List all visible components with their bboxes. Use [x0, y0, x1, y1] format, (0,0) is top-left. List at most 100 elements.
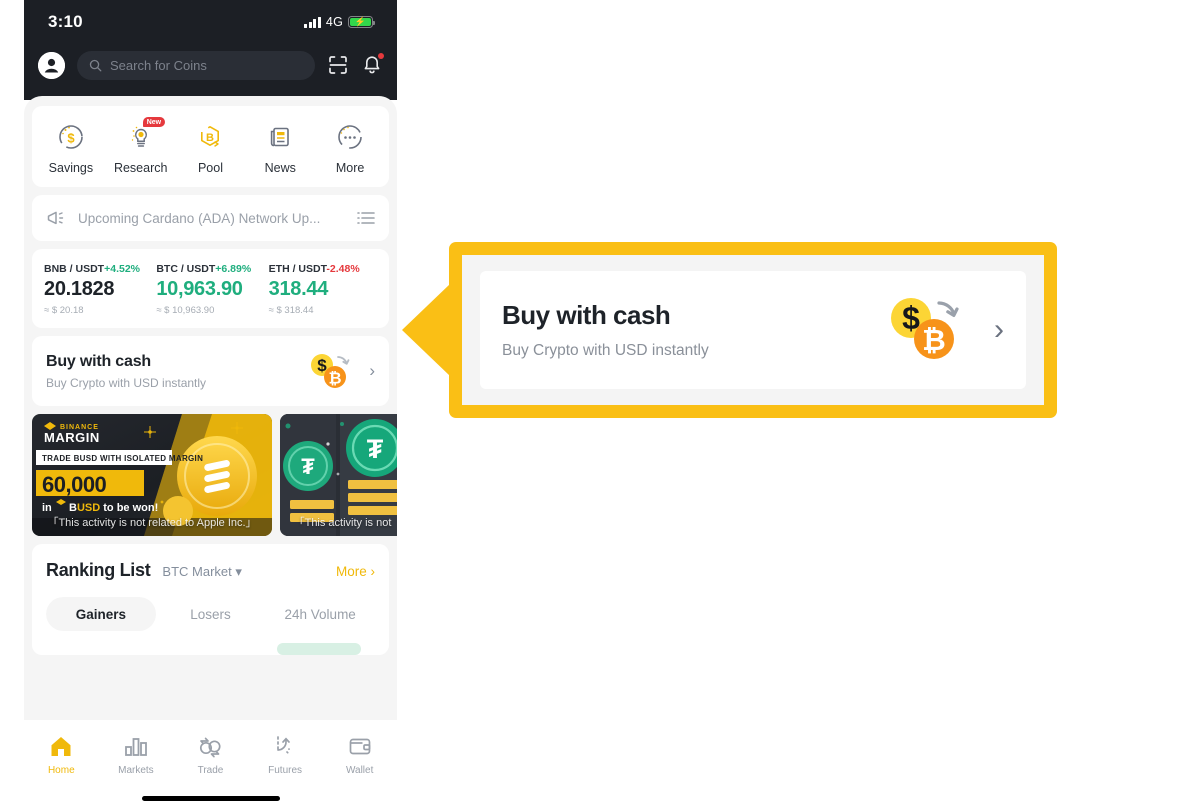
dollar-to-bitcoin-swap-icon: $ ₿: [884, 291, 970, 370]
nav-label: Trade: [197, 765, 224, 776]
ticker-pair: BTC / USDT: [156, 263, 216, 275]
banner-disclaimer: 「This activity is not: [293, 517, 392, 529]
list-lines-icon[interactable]: [357, 211, 375, 225]
svg-text:B: B: [207, 132, 215, 144]
quick-action-pool[interactable]: B Pool: [176, 122, 246, 175]
megaphone-icon: [47, 211, 64, 225]
nav-item-markets[interactable]: Markets: [99, 734, 174, 776]
ticker-bnb[interactable]: BNB / USDT+4.52% 20.1828 ≈ $ 20.18: [44, 263, 152, 316]
ticker-change: -2.48%: [326, 263, 360, 275]
quick-action-more[interactable]: More: [315, 122, 385, 175]
home-screen-body: $ Savings New Research B Pool News More …: [24, 96, 397, 810]
buy-with-cash-card[interactable]: Buy with cash Buy Crypto with USD instan…: [32, 336, 389, 406]
callout-title: Buy with cash: [502, 300, 671, 330]
research-lightbulb-icon: New: [126, 117, 166, 152]
ticker-row: BNB / USDT+4.52% 20.1828 ≈ $ 20.18 BTC /…: [32, 249, 389, 328]
phone-screenshot: 3:10 4G ⚡ Search for Coins $ Savings New…: [24, 0, 397, 810]
nav-item-trade[interactable]: Trade: [173, 734, 248, 776]
ticker-pair: BNB / USDT: [44, 263, 105, 275]
ticker-usd-value: ≈ $ 20.18: [44, 305, 84, 316]
ticker-price: 10,963.90: [156, 278, 243, 300]
news-document-icon: [265, 122, 295, 152]
new-badge: New: [142, 117, 166, 127]
announcement-text: Upcoming Cardano (ADA) Network Up...: [78, 210, 321, 226]
ticker-change: +6.89%: [215, 263, 252, 275]
home-icon: [51, 737, 71, 756]
ranking-title: Ranking List: [46, 560, 151, 580]
nav-label: Futures: [268, 765, 303, 776]
svg-text:₮: ₮: [367, 434, 384, 464]
svg-text:₿: ₿: [329, 370, 342, 388]
nav-label: Wallet: [345, 765, 374, 776]
tab-losers[interactable]: Losers: [156, 597, 266, 631]
nav-label: Markets: [118, 765, 154, 776]
market-selector[interactable]: BTC Market ▾: [162, 564, 242, 580]
nav-item-futures[interactable]: Futures: [248, 734, 323, 776]
svg-text:$: $: [67, 131, 75, 146]
more-dots-circle-icon: [335, 122, 365, 152]
nav-item-wallet[interactable]: Wallet: [322, 734, 397, 776]
ranking-row-placeholder: [277, 643, 361, 655]
ranking-tabs: Gainers Losers 24h Volume: [46, 597, 375, 631]
announcement-banner[interactable]: Upcoming Cardano (ADA) Network Up...: [32, 195, 389, 241]
tab-24h-volume[interactable]: 24h Volume: [265, 597, 375, 631]
qr-scan-icon[interactable]: [327, 54, 349, 76]
savings-dollar-coin-icon: $: [56, 122, 86, 152]
home-indicator-bar: [141, 796, 280, 801]
wallet-icon: [349, 738, 371, 755]
promo-banner-tether[interactable]: ₮ ₮ 「This activity is not: [280, 414, 397, 536]
ticker-btc[interactable]: BTC / USDT+6.89% 10,963.90 ≈ $ 10,963.90: [156, 263, 264, 316]
ticker-usd-value: ≈ $ 318.44: [268, 305, 314, 316]
quick-action-label: Savings: [48, 161, 94, 175]
notification-dot: [378, 53, 384, 59]
ticker-price: 318.44: [268, 278, 329, 300]
chevron-right-icon[interactable]: ›: [994, 313, 1004, 347]
status-clock: 3:10: [48, 12, 83, 31]
ranking-list-section: Ranking List BTC Market ▾ More › Gainers…: [32, 544, 389, 655]
battery-charging-icon: ⚡: [348, 15, 376, 29]
search-icon: [89, 59, 102, 71]
ticker-eth[interactable]: ETH / USDT-2.48% 318.44 ≈ $ 318.44: [269, 263, 377, 316]
ticker-change: +4.52%: [104, 263, 140, 275]
ticker-pair: ETH / USDT: [268, 263, 327, 275]
svg-text:60,000: 60,000: [42, 472, 107, 497]
tab-gainers[interactable]: Gainers: [46, 597, 156, 631]
ticker-usd-value: ≈ $ 10,963.90: [156, 305, 215, 316]
avatar[interactable]: [38, 51, 65, 79]
buy-with-cash-subtitle: Buy Crypto with USD instantly: [46, 375, 207, 390]
svg-text:MARGIN: MARGIN: [44, 430, 100, 445]
dollar-to-bitcoin-swap-icon: $ ₿: [307, 350, 355, 392]
quick-action-label: Research: [113, 161, 168, 175]
chevron-right-icon[interactable]: ›: [369, 361, 375, 381]
callout-buy-with-cash-card[interactable]: Buy with cash Buy Crypto with USD instan…: [480, 271, 1026, 389]
ranking-header: Ranking List BTC Market ▾ More ›: [46, 560, 375, 581]
user-avatar-icon: [38, 51, 65, 79]
buy-with-cash-title: Buy with cash: [46, 352, 151, 370]
nav-label: Home: [47, 765, 75, 776]
svg-text:₿: ₿: [922, 325, 946, 357]
promo-banner-carousel[interactable]: BINANCE MARGIN TRADE BUSD WITH ISOLATED …: [24, 414, 397, 536]
trade-swap-icon: [200, 737, 222, 758]
promo-banner-margin[interactable]: BINANCE MARGIN TRADE BUSD WITH ISOLATED …: [32, 414, 272, 536]
notification-bell-icon[interactable]: [361, 53, 384, 76]
signal-bars-icon: [304, 16, 321, 28]
ranking-more-link[interactable]: More ›: [336, 564, 375, 579]
quick-action-label: More: [335, 161, 365, 175]
zoom-callout-panel: Buy with cash Buy Crypto with USD instan…: [402, 242, 1057, 418]
quick-action-research[interactable]: New Research: [106, 117, 176, 175]
svg-text:BUSD to be won!: BUSD to be won!: [69, 502, 158, 514]
svg-text:in: in: [42, 502, 52, 514]
bar-chart-icon: [124, 738, 147, 756]
chevron-down-icon: ▾: [235, 564, 242, 579]
pool-bitcoin-box-icon: B: [195, 122, 225, 152]
quick-action-news[interactable]: News: [245, 122, 315, 175]
banner-disclaimer: 「This activity is not related to Apple I…: [47, 517, 257, 529]
market-selector-label: BTC Market: [162, 564, 232, 579]
svg-text:₮: ₮: [301, 454, 315, 479]
search-input[interactable]: Search for Coins: [77, 50, 315, 80]
nav-item-home[interactable]: Home: [24, 734, 99, 776]
ticker-price: 20.1828: [44, 278, 115, 300]
status-bar: 3:10 4G ⚡: [24, 0, 397, 44]
search-placeholder-text: Search for Coins: [110, 57, 207, 73]
quick-action-savings[interactable]: $ Savings: [36, 122, 106, 175]
